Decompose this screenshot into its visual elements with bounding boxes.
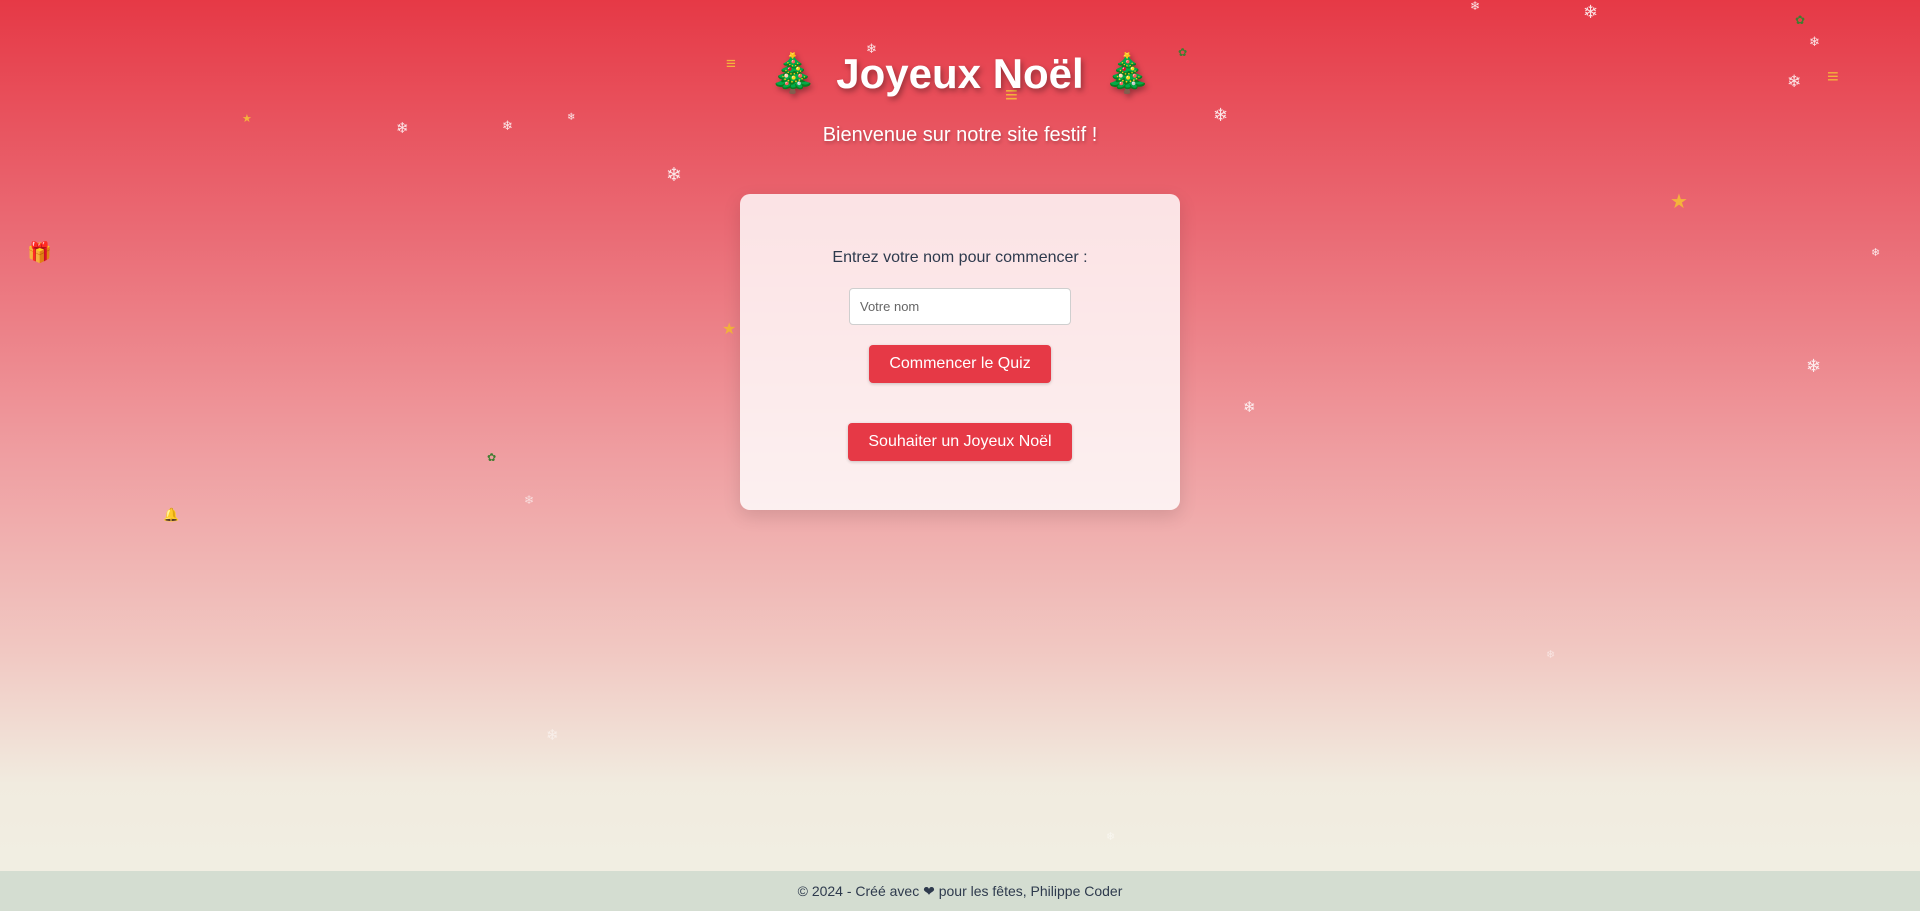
snowflake-icon: ❄	[1809, 34, 1820, 49]
holly-icon: ✿	[1795, 13, 1806, 27]
gift-icon: 🎁	[27, 242, 52, 264]
snowflake-icon: ❄	[524, 493, 535, 507]
page-footer: © 2024 - Créé avec ❤ pour les fêtes, Phi…	[0, 871, 1920, 911]
name-prompt-label: Entrez votre nom pour commencer :	[832, 249, 1088, 266]
snowflake-icon: ❄	[1806, 356, 1822, 376]
page-subtitle: Bienvenue sur notre site festif !	[822, 124, 1098, 146]
snowflake-icon: ❄	[1106, 831, 1116, 843]
star-icon: ★	[1670, 191, 1688, 213]
holly-icon: ✿	[487, 452, 497, 464]
christmas-tree-icon: 🎄	[1103, 53, 1152, 95]
snowflake-icon: ❄	[1871, 247, 1881, 259]
snowflake-icon: ❄	[546, 727, 559, 744]
start-quiz-button[interactable]: Commencer le Quiz	[869, 345, 1051, 383]
page-title: 🎄 Joyeux Noël 🎄	[769, 50, 1151, 98]
christmas-tree-icon: 🎄	[768, 53, 817, 95]
wish-merry-christmas-button[interactable]: Souhaiter un Joyeux Noël	[848, 423, 1072, 461]
snowflake-icon: ❄	[666, 165, 682, 186]
bell-icon: 🔔	[163, 507, 180, 522]
snowflake-icon: ❄	[1546, 649, 1556, 661]
footer-text: © 2024 - Créé avec ❤ pour les fêtes, Phi…	[797, 883, 1123, 899]
page-title-text: Joyeux Noël	[836, 50, 1084, 97]
snowflake-icon: ❄	[1583, 2, 1599, 22]
star-icon: ★	[722, 321, 737, 338]
welcome-card: Entrez votre nom pour commencer : Commen…	[740, 194, 1180, 510]
snowflake-icon: ❄	[1243, 399, 1256, 416]
name-input[interactable]	[849, 288, 1071, 325]
snowflake-icon: ❄	[1470, 0, 1481, 13]
page-header: 🎄 Joyeux Noël 🎄 Bienvenue sur notre site…	[0, 50, 1920, 147]
